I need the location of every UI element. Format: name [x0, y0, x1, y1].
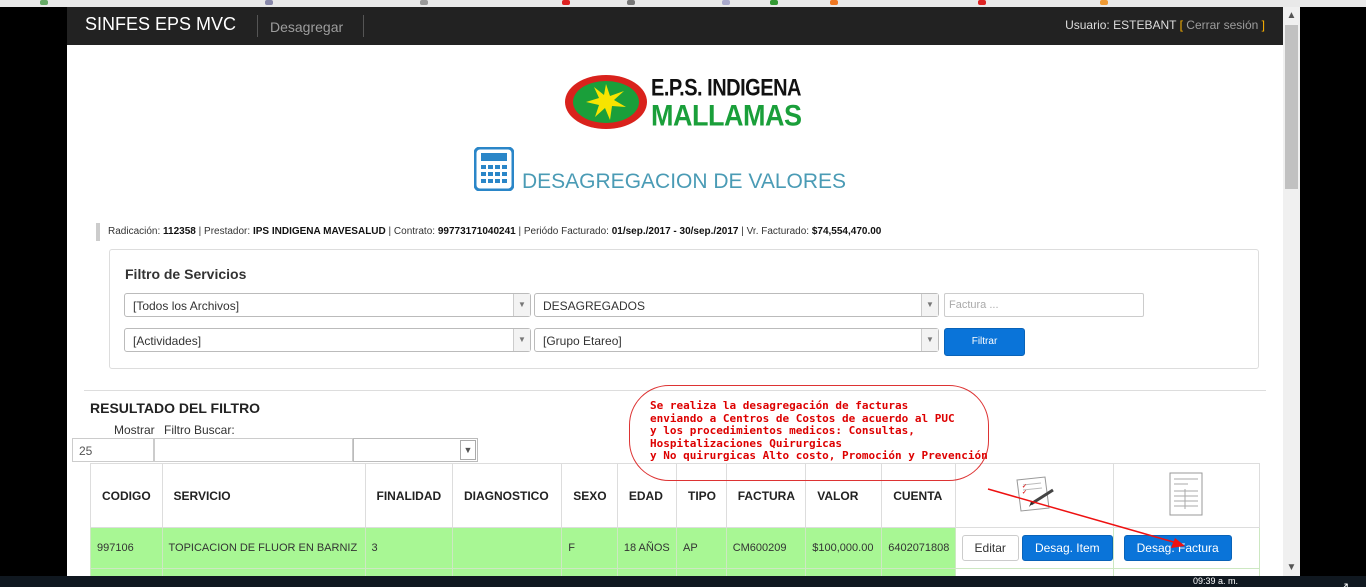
taskbar: 09:39 a. m.: [0, 576, 1366, 587]
expand-icon[interactable]: ↗: [1340, 580, 1349, 587]
web-page: SINFES EPS MVC Desagregar Usuario: ESTEB…: [67, 7, 1283, 576]
annotation-arrow: [987, 488, 1185, 548]
page-scrollbar[interactable]: ▲ ▼: [1283, 7, 1300, 576]
scroll-up-icon[interactable]: ▲: [1283, 7, 1300, 24]
scroll-down-icon[interactable]: ▼: [1283, 559, 1300, 576]
browser-tab-strip: [0, 0, 1366, 7]
scroll-thumb[interactable]: [1285, 25, 1298, 189]
screen: SINFES EPS MVC Desagregar Usuario: ESTEB…: [0, 0, 1366, 587]
taskbar-clock: 09:39 a. m.: [1193, 576, 1239, 586]
